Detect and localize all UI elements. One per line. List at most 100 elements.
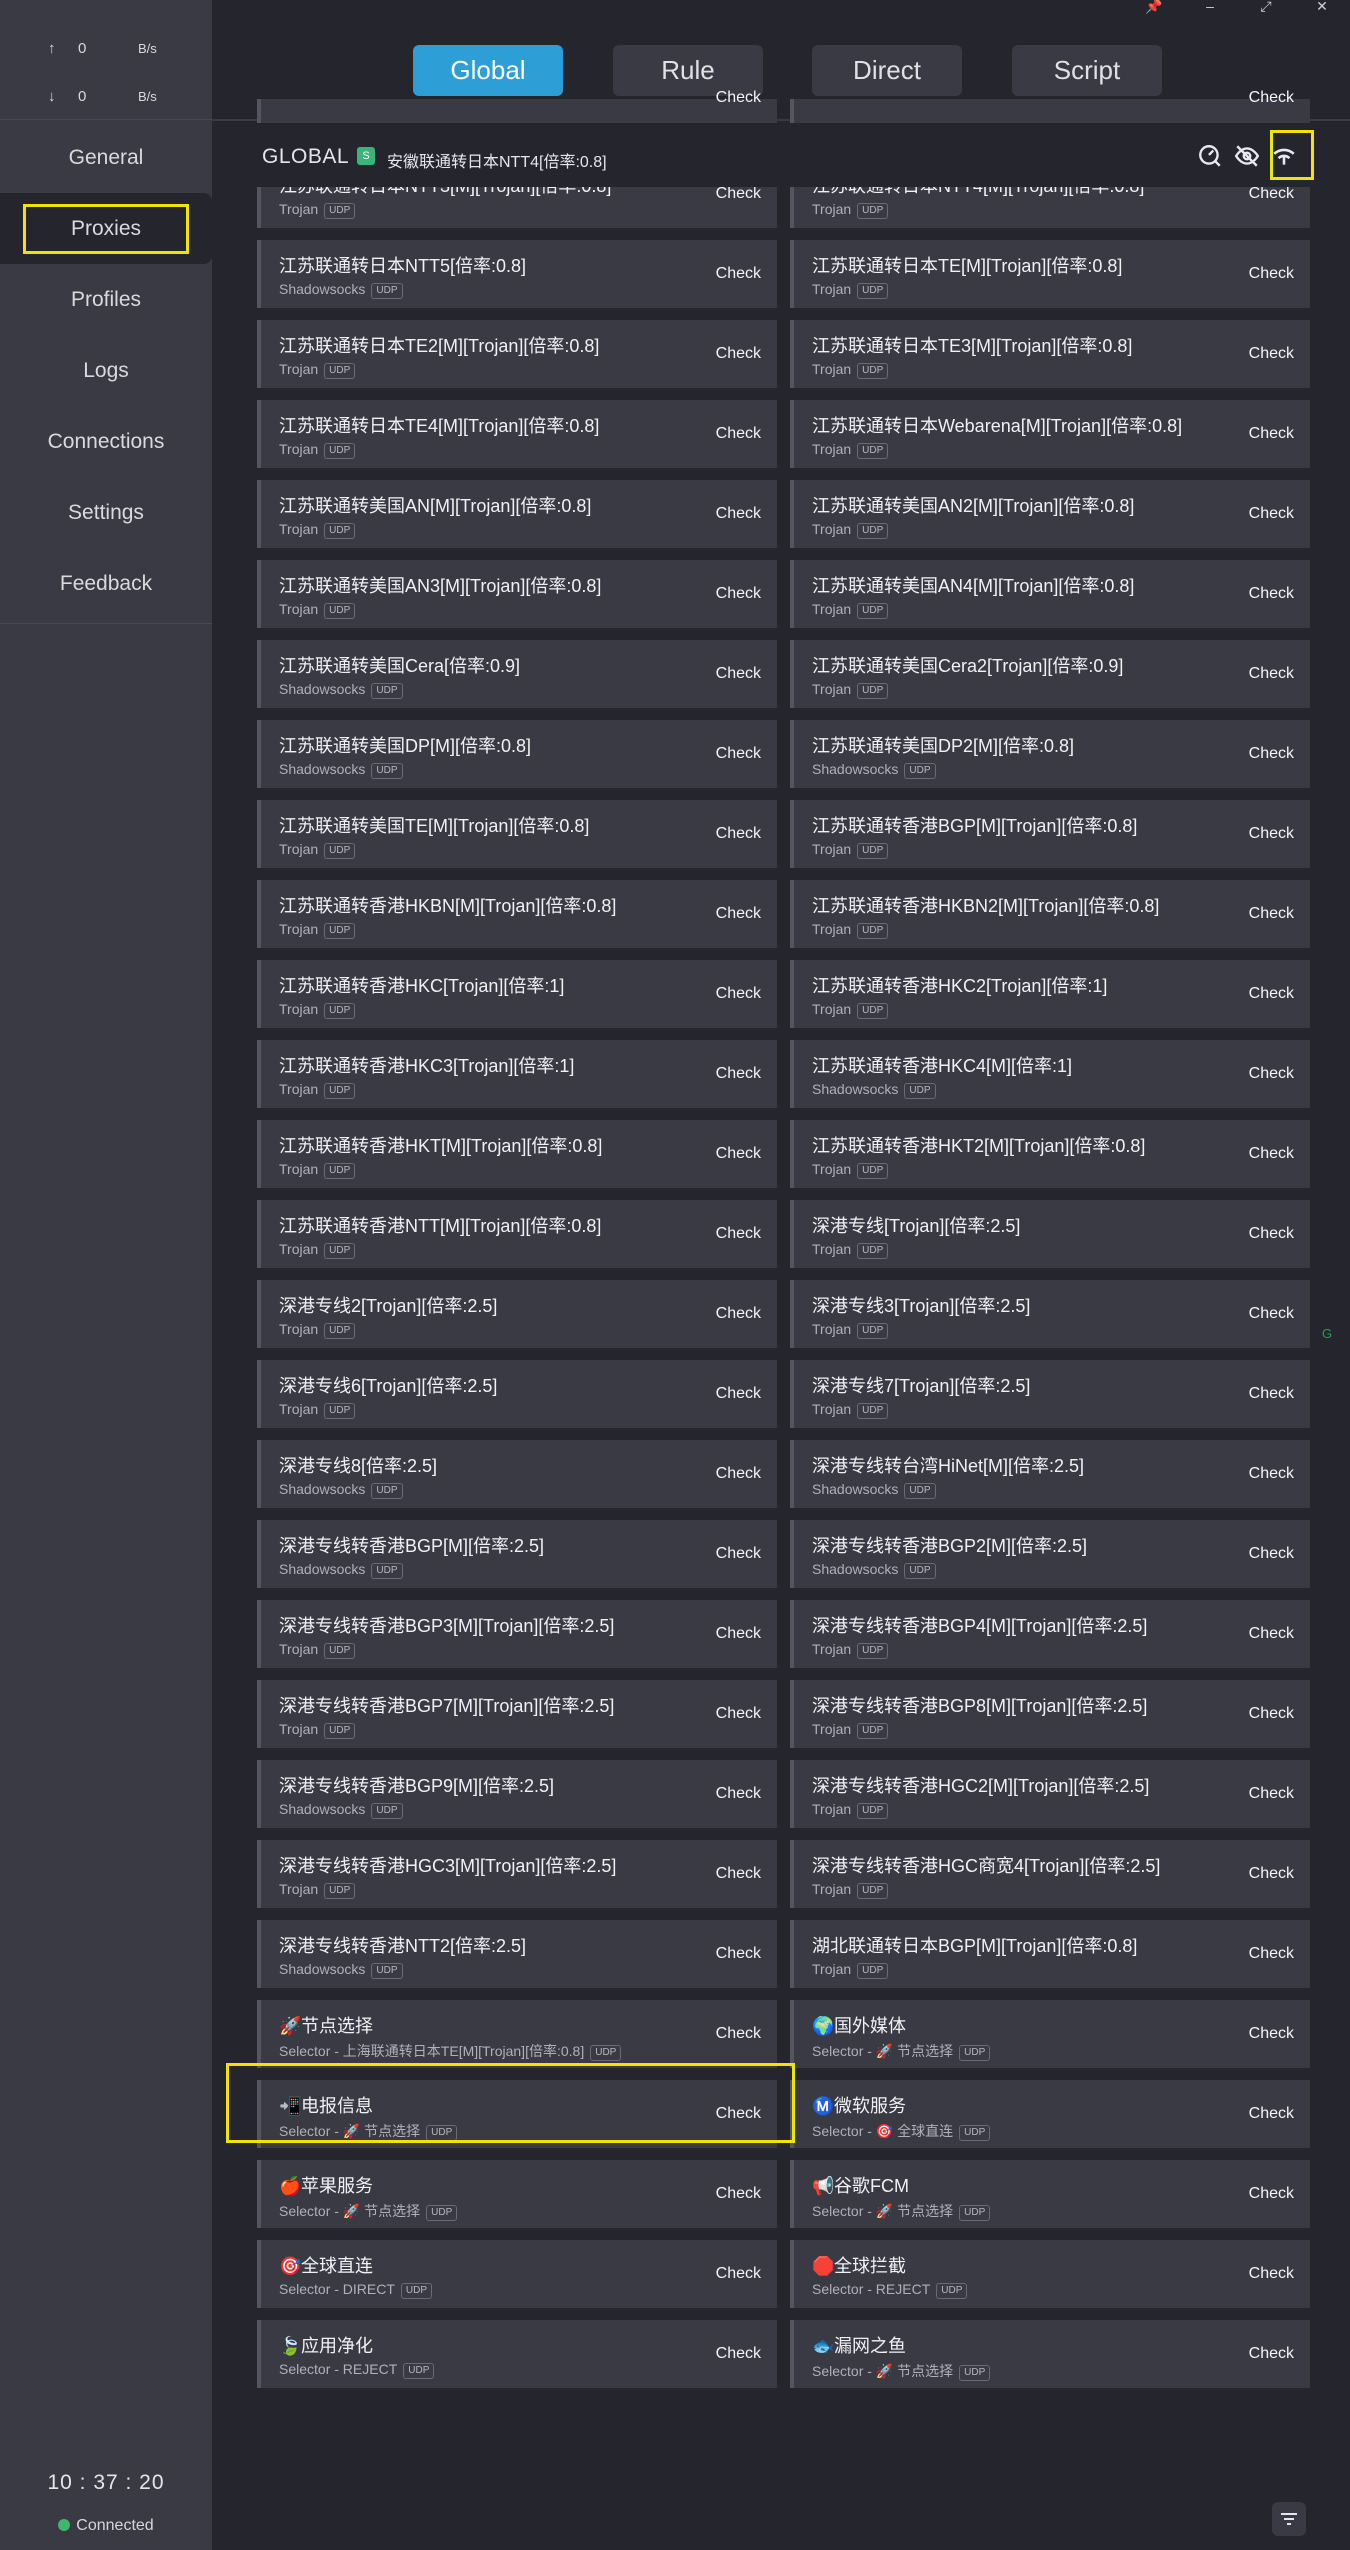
check-button[interactable]: Check: [1249, 985, 1294, 1003]
check-button[interactable]: Check: [1249, 1545, 1294, 1563]
proxy-card[interactable]: 深港专线转香港HGC3[M][Trojan][倍率:2.5] Trojan UDP C…: [257, 1840, 777, 1908]
mode-direct-button[interactable]: Direct: [812, 45, 962, 96]
selector-card[interactable]: 🚀节点选择 Selector - 上海联通转日本TE[M][Trojan][倍率:…: [257, 2000, 777, 2068]
check-button[interactable]: Check: [1249, 1225, 1294, 1243]
close-button[interactable]: ✕: [1294, 0, 1350, 14]
proxy-card[interactable]: 江苏联通转香港HKBN[M][Trojan][倍率:0.8] Trojan UDP C…: [257, 880, 777, 948]
check-button[interactable]: Check: [716, 1945, 761, 1963]
proxy-card[interactable]: 江苏联通转香港BGP[M][Trojan][倍率:0.8] Trojan UDP Ch…: [790, 800, 1310, 868]
check-button[interactable]: Check: [716, 1865, 761, 1883]
check-button[interactable]: Check: [716, 1225, 761, 1243]
proxy-card[interactable]: 深港专线转台湾HiNet[M][倍率:2.5] Shadowsocks UDP Che…: [790, 1440, 1310, 1508]
proxy-card[interactable]: 深港专线转香港HGC商宽4[Trojan][倍率:2.5] Trojan UDP Ch…: [790, 1840, 1310, 1908]
proxy-card[interactable]: 江苏联通转香港HKT2[M][Trojan][倍率:0.8] Trojan UDP C…: [790, 1120, 1310, 1188]
proxy-card[interactable]: 深港专线3[Trojan][倍率:2.5] Trojan UDP Check: [790, 1280, 1310, 1348]
selector-card[interactable]: 🛑全球拦截 Selector - REJECT UDP Check: [790, 2240, 1310, 2308]
check-button[interactable]: Check: [1249, 2025, 1294, 2043]
nav-profiles[interactable]: Profiles: [0, 264, 212, 335]
proxy-card[interactable]: 江苏联通转日本Webarena[M][Trojan][倍率:0.8] Trojan…: [790, 400, 1310, 468]
nav-settings[interactable]: Settings: [0, 477, 212, 548]
proxy-card[interactable]: 江苏联通转日本TE2[M][Trojan][倍率:0.8] Trojan UDP Ch…: [257, 320, 777, 388]
proxy-card[interactable]: 江苏联通转香港HKBN2[M][Trojan][倍率:0.8] Trojan UDP…: [790, 880, 1310, 948]
nav-connections[interactable]: Connections: [0, 406, 212, 477]
check-button[interactable]: Check: [1249, 1465, 1294, 1483]
check-button[interactable]: Check: [716, 2265, 761, 2283]
check-button[interactable]: Check: [716, 185, 761, 203]
check-button[interactable]: Check: [1249, 585, 1294, 603]
check-button[interactable]: Check: [716, 1705, 761, 1723]
nav-logs[interactable]: Logs: [0, 335, 212, 406]
proxy-card[interactable]: 江苏联通转美国Cera2[Trojan][倍率:0.9] Trojan UDP Che…: [790, 640, 1310, 708]
check-button[interactable]: Check: [716, 985, 761, 1003]
selector-card[interactable]: 🌍国外媒体 Selector - 🚀 节点选择 UDP Check: [790, 2000, 1310, 2068]
proxy-card[interactable]: 深港专线转香港NTT2[倍率:2.5] Shadowsocks UDP Check: [257, 1920, 777, 1988]
check-button[interactable]: Check: [1249, 345, 1294, 363]
check-button[interactable]: Check: [716, 345, 761, 363]
check-button[interactable]: Check: [716, 1305, 761, 1323]
nav-feedback[interactable]: Feedback: [0, 548, 212, 619]
maximize-button[interactable]: ⤢: [1238, 0, 1294, 14]
proxy-card[interactable]: 深港专线8[倍率:2.5] Shadowsocks UDP Check: [257, 1440, 777, 1508]
check-button[interactable]: Check: [716, 905, 761, 923]
nav-proxies[interactable]: Proxies: [0, 193, 212, 264]
proxy-card[interactable]: 深港专线转香港BGP[M][倍率:2.5] Shadowsocks UDP Check: [257, 1520, 777, 1588]
check-button[interactable]: Check: [1249, 1705, 1294, 1723]
check-button[interactable]: Check: [1249, 905, 1294, 923]
check-button[interactable]: Check: [716, 2185, 761, 2203]
proxy-card[interactable]: 江苏联通转香港HKT[M][Trojan][倍率:0.8] Trojan UDP Ch…: [257, 1120, 777, 1188]
check-button[interactable]: Check: [1249, 505, 1294, 523]
proxy-card[interactable]: 江苏联通转日本TE4[M][Trojan][倍率:0.8] Trojan UDP Ch…: [257, 400, 777, 468]
check-button[interactable]: Check: [1249, 1385, 1294, 1403]
proxy-card[interactable]: 深港专线转香港BGP7[M][Trojan][倍率:2.5] Trojan UDP C…: [257, 1680, 777, 1748]
proxy-card[interactable]: 江苏联通转香港HKC3[Trojan][倍率:1] Trojan UDP Check: [257, 1040, 777, 1108]
mode-script-button[interactable]: Script: [1012, 45, 1162, 96]
check-button[interactable]: Check: [716, 505, 761, 523]
check-button[interactable]: Check: [716, 1625, 761, 1643]
check-button[interactable]: Check: [716, 1145, 761, 1163]
proxy-card[interactable]: 深港专线转香港BGP4[M][Trojan][倍率:2.5] Trojan UDP C…: [790, 1600, 1310, 1668]
check-button[interactable]: Check: [1249, 1945, 1294, 1963]
selector-card[interactable]: Ⓜ️微软服务 Selector - 🎯 全球直连 UDP Check: [790, 2080, 1310, 2148]
check-button[interactable]: Check: [1249, 89, 1294, 107]
check-button[interactable]: Check: [716, 2345, 761, 2363]
selector-card[interactable]: 🐟漏网之鱼 Selector - 🚀 节点选择 UDP Check: [790, 2320, 1310, 2388]
check-button[interactable]: Check: [716, 1065, 761, 1083]
check-button[interactable]: Check: [1249, 745, 1294, 763]
selector-card[interactable]: 🍎苹果服务 Selector - 🚀 节点选择 UDP Check: [257, 2160, 777, 2228]
selector-card[interactable]: 📢谷歌FCM Selector - 🚀 节点选择 UDP Check: [790, 2160, 1310, 2228]
speed-test-icon[interactable]: [1197, 143, 1223, 169]
proxy-card[interactable]: 江苏联通转美国AN4[M][Trojan][倍率:0.8] Trojan UDP Ch…: [790, 560, 1310, 628]
check-button[interactable]: Check: [716, 1545, 761, 1563]
check-button[interactable]: Check: [716, 1465, 761, 1483]
check-button[interactable]: Check: [716, 585, 761, 603]
check-button[interactable]: Check: [716, 825, 761, 843]
hide-unavailable-icon[interactable]: [1234, 143, 1260, 169]
check-button[interactable]: Check: [1249, 1625, 1294, 1643]
check-button[interactable]: Check: [716, 265, 761, 283]
check-button[interactable]: Check: [716, 1385, 761, 1403]
proxy-card[interactable]: 江苏联通转日本TE3[M][Trojan][倍率:0.8] Trojan UDP Ch…: [790, 320, 1310, 388]
mode-global-button[interactable]: Global: [413, 45, 563, 96]
check-button[interactable]: Check: [1249, 265, 1294, 283]
check-button[interactable]: Check: [1249, 1305, 1294, 1323]
proxy-card[interactable]: 江苏联通转美国DP2[M][倍率:0.8] Shadowsocks UDP Check: [790, 720, 1310, 788]
check-button[interactable]: Check: [1249, 425, 1294, 443]
proxy-card[interactable]: 深港专线转香港BGP2[M][倍率:2.5] Shadowsocks UDP Chec…: [790, 1520, 1310, 1588]
check-button[interactable]: Check: [1249, 1065, 1294, 1083]
check-button[interactable]: Check: [1249, 1785, 1294, 1803]
proxy-card[interactable]: 深港专线转香港BGP9[M][倍率:2.5] Shadowsocks UDP Chec…: [257, 1760, 777, 1828]
proxy-card[interactable]: 江苏联通转香港HKC4[M][倍率:1] Shadowsocks UDP Check: [790, 1040, 1310, 1108]
selector-card[interactable]: 🎯全球直连 Selector - DIRECT UDP Check: [257, 2240, 777, 2308]
check-button[interactable]: Check: [1249, 825, 1294, 843]
check-button[interactable]: Check: [716, 89, 761, 107]
check-button[interactable]: Check: [1249, 2185, 1294, 2203]
proxy-card[interactable]: 江苏联通转日本TE[M][Trojan][倍率:0.8] Trojan UDP Che…: [790, 240, 1310, 308]
proxy-card[interactable]: 深港专线2[Trojan][倍率:2.5] Trojan UDP Check: [257, 1280, 777, 1348]
proxy-card[interactable]: 湖北联通转日本BGP[M][Trojan][倍率:0.8] Trojan UDP Ch…: [790, 1920, 1310, 1988]
check-button[interactable]: Check: [1249, 1865, 1294, 1883]
pin-button[interactable]: 📌: [1126, 0, 1182, 14]
proxy-card[interactable]: 江苏联通转美国DP[M][倍率:0.8] Shadowsocks UDP Check: [257, 720, 777, 788]
check-button[interactable]: Check: [1249, 2345, 1294, 2363]
proxy-card[interactable]: 江苏联通转美国Cera[倍率:0.9] Shadowsocks UDP Check: [257, 640, 777, 708]
proxy-card[interactable]: 深港专线转香港HGC2[M][Trojan][倍率:2.5] Trojan UDP C…: [790, 1760, 1310, 1828]
